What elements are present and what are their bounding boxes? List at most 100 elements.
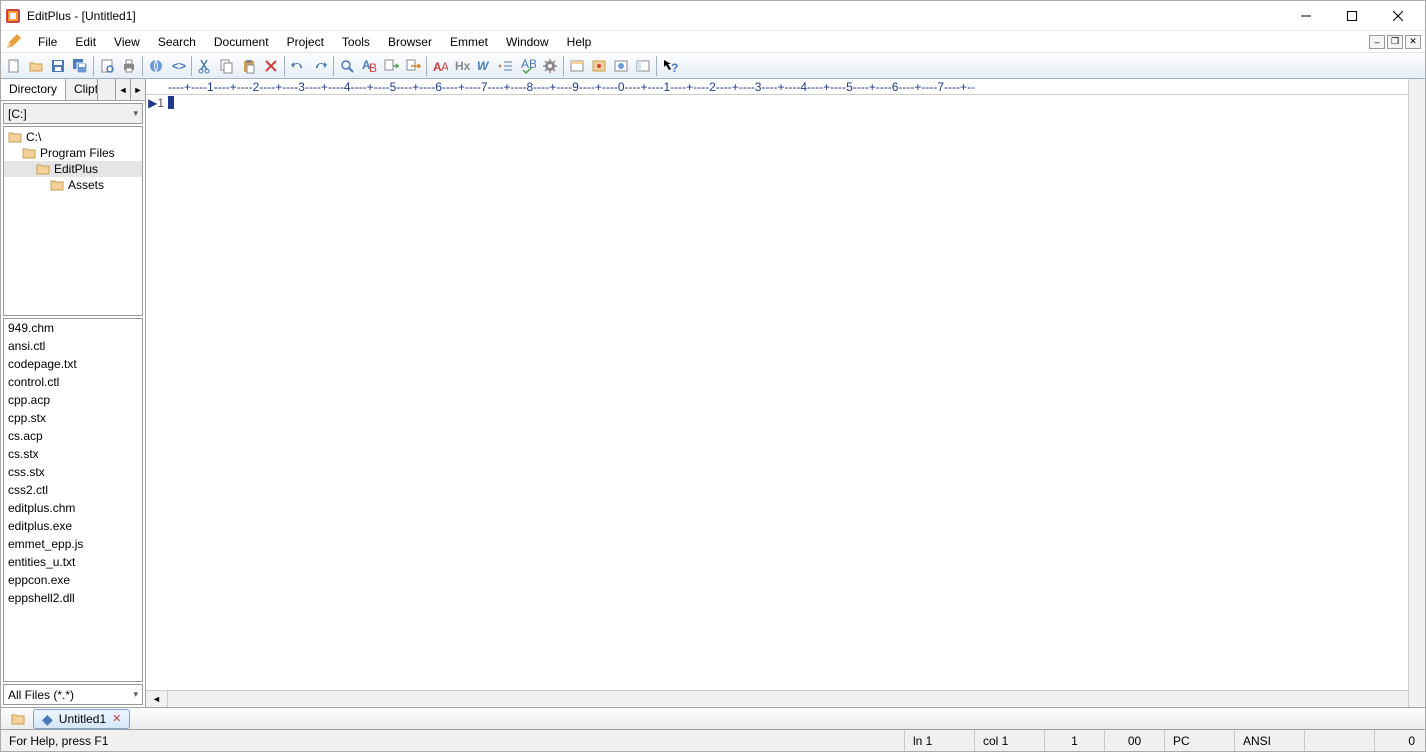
- file-item[interactable]: entities_u.txt: [4, 553, 142, 571]
- file-item[interactable]: codepage.txt: [4, 355, 142, 373]
- menu-browser[interactable]: Browser: [379, 33, 441, 51]
- toggle-panel-button[interactable]: [632, 55, 654, 77]
- tab-close-button[interactable]: ✕: [112, 712, 121, 725]
- folder-item[interactable]: EditPlus: [4, 161, 142, 177]
- tab-directory[interactable]: Directory: [1, 79, 66, 100]
- menu-help[interactable]: Help: [558, 33, 601, 51]
- menu-search[interactable]: Search: [149, 33, 205, 51]
- mdi-minimize-button[interactable]: –: [1369, 35, 1385, 49]
- goto-button[interactable]: [380, 55, 402, 77]
- find-replace-button[interactable]: AB: [358, 55, 380, 77]
- file-item[interactable]: eppcon.exe: [4, 571, 142, 589]
- find-button[interactable]: [336, 55, 358, 77]
- print-preview-icon: [99, 58, 115, 74]
- open-file-button[interactable]: [25, 55, 47, 77]
- window-list-button[interactable]: [566, 55, 588, 77]
- folder-icon[interactable]: [11, 712, 25, 726]
- menu-file[interactable]: File: [29, 33, 66, 51]
- menu-emmet[interactable]: Emmet: [441, 33, 497, 51]
- tab-scroll-left-button[interactable]: ◄: [115, 79, 130, 100]
- app-icon: [5, 8, 21, 24]
- menu-view[interactable]: View: [105, 33, 149, 51]
- line-marker-icon: ▶: [148, 96, 157, 110]
- file-list[interactable]: 949.chmansi.ctlcodepage.txtcontrol.ctlcp…: [3, 318, 143, 682]
- folder-icon: [36, 162, 50, 176]
- folder-label: Assets: [68, 178, 104, 192]
- file-item[interactable]: control.ctl: [4, 373, 142, 391]
- undo-button[interactable]: [287, 55, 309, 77]
- file-filter-select[interactable]: All Files (*.*) ▾: [3, 684, 143, 705]
- menu-window[interactable]: Window: [497, 33, 558, 51]
- file-item[interactable]: cpp.acp: [4, 391, 142, 409]
- folder-tree[interactable]: C:\Program FilesEditPlusAssets: [3, 126, 143, 316]
- redo-button[interactable]: [309, 55, 331, 77]
- copy-button[interactable]: [216, 55, 238, 77]
- tab-scroll-right-button[interactable]: ►: [130, 79, 145, 100]
- file-item[interactable]: cpp.stx: [4, 409, 142, 427]
- prefs-button[interactable]: [539, 55, 561, 77]
- menu-project[interactable]: Project: [278, 33, 333, 51]
- menu-tools[interactable]: Tools: [333, 33, 379, 51]
- undo-icon: [290, 58, 306, 74]
- text-editor[interactable]: [168, 95, 1408, 690]
- vertical-scrollbar[interactable]: [1408, 79, 1425, 707]
- pencil-icon: [5, 34, 21, 50]
- close-button[interactable]: [1375, 1, 1421, 31]
- word-wrap-button[interactable]: W: [473, 55, 495, 77]
- html-toolbar-button[interactable]: <>: [167, 55, 189, 77]
- svg-text:ABC: ABC: [521, 58, 536, 71]
- file-item[interactable]: emmet_epp.js: [4, 535, 142, 553]
- print-button[interactable]: [118, 55, 140, 77]
- goto-url-button[interactable]: [402, 55, 424, 77]
- file-item[interactable]: editplus.exe: [4, 517, 142, 535]
- save-all-button[interactable]: [69, 55, 91, 77]
- delete-button[interactable]: [260, 55, 282, 77]
- doc-nav-buttons[interactable]: ◄: [146, 691, 168, 707]
- status-blank: [1305, 730, 1375, 751]
- status-sel: 1: [1045, 730, 1105, 751]
- drive-select[interactable]: [C:] ▾: [3, 103, 143, 124]
- status-platform: PC: [1165, 730, 1235, 751]
- status-encoding: ANSI: [1235, 730, 1305, 751]
- ruler: ----+----1----+----2----+----3----+----4…: [146, 79, 1408, 95]
- hex-view-button[interactable]: Hx: [451, 55, 473, 77]
- goto-icon: [383, 58, 399, 74]
- file-item[interactable]: cs.stx: [4, 445, 142, 463]
- svg-text:<>: <>: [172, 59, 186, 73]
- paste-button[interactable]: [238, 55, 260, 77]
- document-tab[interactable]: ◆ Untitled1 ✕: [33, 709, 130, 729]
- toggle-browser-button[interactable]: [610, 55, 632, 77]
- indent-button[interactable]: [495, 55, 517, 77]
- tab-cliptext[interactable]: Cliptext: [66, 79, 98, 100]
- record-keys-button[interactable]: [588, 55, 610, 77]
- larger-font-button[interactable]: AA: [429, 55, 451, 77]
- file-item[interactable]: ansi.ctl: [4, 337, 142, 355]
- file-item[interactable]: css.stx: [4, 463, 142, 481]
- maximize-button[interactable]: [1329, 1, 1375, 31]
- mdi-restore-button[interactable]: ❐: [1387, 35, 1403, 49]
- menu-document[interactable]: Document: [205, 33, 278, 51]
- status-line: ln 1: [905, 730, 975, 751]
- file-item[interactable]: 949.chm: [4, 319, 142, 337]
- folder-item[interactable]: Assets: [4, 177, 142, 193]
- status-col: col 1: [975, 730, 1045, 751]
- file-item[interactable]: editplus.chm: [4, 499, 142, 517]
- browser-preview-button[interactable]: [145, 55, 167, 77]
- gutter: ▶1: [146, 95, 168, 690]
- save-button[interactable]: [47, 55, 69, 77]
- folder-item[interactable]: Program Files: [4, 145, 142, 161]
- new-file-button[interactable]: [3, 55, 25, 77]
- file-item[interactable]: eppshell2.dll: [4, 589, 142, 607]
- file-item[interactable]: css2.ctl: [4, 481, 142, 499]
- menu-edit[interactable]: Edit: [66, 33, 105, 51]
- print-preview-button[interactable]: [96, 55, 118, 77]
- folder-item[interactable]: C:\: [4, 129, 142, 145]
- toggle-browser-icon: [613, 58, 629, 74]
- cut-button[interactable]: [194, 55, 216, 77]
- spell-check-button[interactable]: ABC: [517, 55, 539, 77]
- horizontal-scrollbar[interactable]: [168, 691, 1408, 707]
- minimize-button[interactable]: [1283, 1, 1329, 31]
- file-item[interactable]: cs.acp: [4, 427, 142, 445]
- help-arrow-button[interactable]: ?: [659, 55, 681, 77]
- mdi-close-button[interactable]: ✕: [1405, 35, 1421, 49]
